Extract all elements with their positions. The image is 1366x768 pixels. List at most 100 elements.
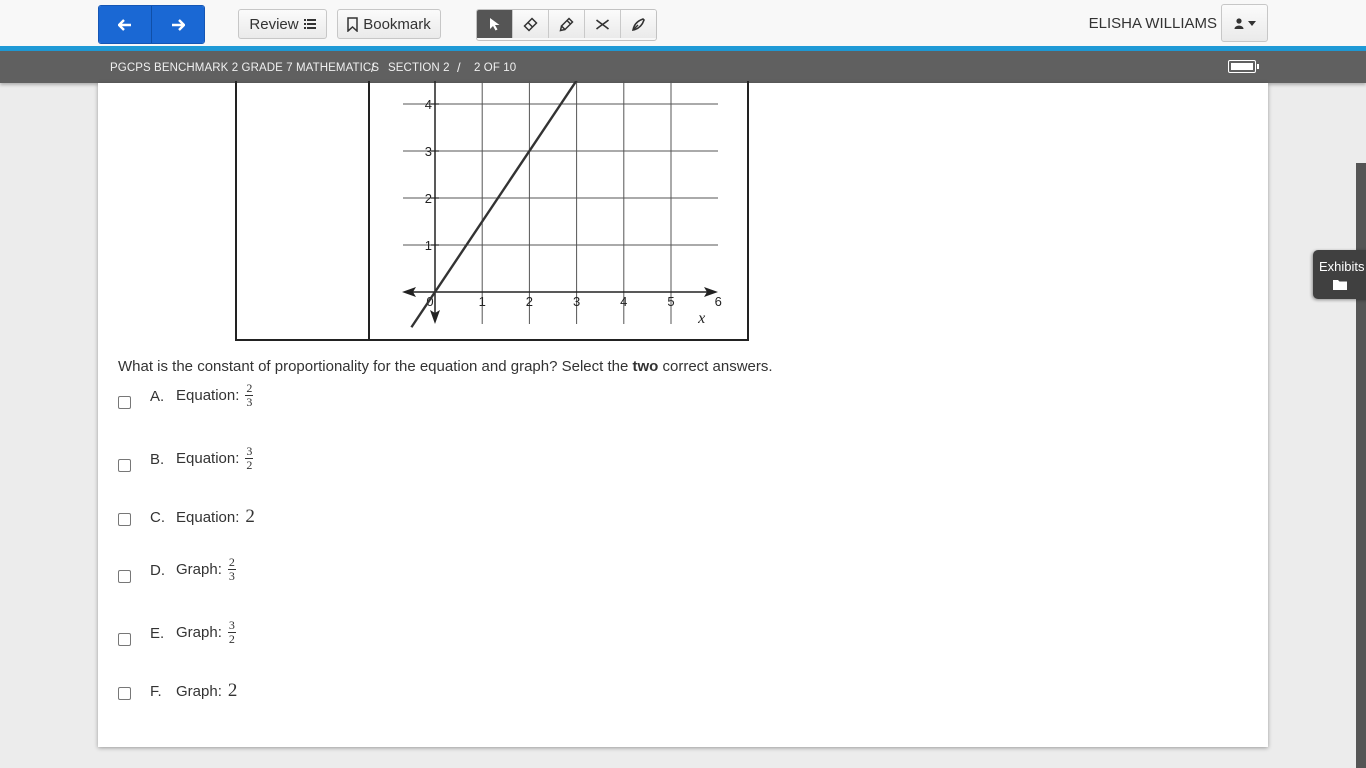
choice-letter: B.	[150, 451, 165, 468]
arrow-right-icon	[172, 18, 185, 31]
answer-choice[interactable]: F. Graph: 2	[118, 680, 518, 727]
highlighter-tool[interactable]	[548, 10, 584, 38]
answer-choice[interactable]: D. Graph: 2 3	[118, 556, 518, 605]
choice-text: Equation: 2 3	[176, 381, 254, 409]
fraction: 32	[245, 444, 254, 472]
proportional-line	[410, 81, 578, 328]
fraction-numerator: 3	[245, 444, 254, 459]
eraser-tool[interactable]	[512, 10, 548, 38]
y-tick-label: 3	[425, 144, 432, 159]
bookmark-label: Bookmark	[363, 15, 431, 33]
question-prefix: What is the constant of proportionality …	[118, 358, 633, 375]
choice-label: Equation:	[176, 508, 240, 526]
answer-checkbox[interactable]	[118, 570, 131, 583]
bookmark-icon	[347, 16, 358, 32]
fraction-numerator: 2	[227, 555, 236, 570]
choice-text: Graph: 2 3	[176, 556, 236, 583]
choice-label: Graph:	[176, 624, 222, 641]
choice-letter: A.	[150, 388, 165, 405]
x-tick-label: 1	[479, 294, 486, 309]
arrow-left-icon	[118, 18, 131, 31]
exhibits-label: Exhibits	[1319, 259, 1365, 274]
choice-label: Graph:	[176, 682, 222, 700]
choice-text: Equation: 3 2	[176, 444, 254, 472]
question-emphasis: two	[632, 358, 659, 375]
top-toolbar: Review Bookmark ELISHA WILLIAMS	[0, 0, 1366, 46]
pen-tool[interactable]	[620, 10, 656, 38]
answer-checkbox[interactable]	[118, 396, 131, 409]
choice-letter: D.	[150, 562, 165, 579]
breadcrumb-section: SECTION 2	[388, 62, 450, 74]
strikethrough-icon	[595, 18, 610, 30]
answer-checkbox[interactable]	[118, 459, 131, 472]
breadcrumb: PGCPS BENCHMARK 2 GRADE 7 MATHEMATICS / …	[0, 51, 1366, 83]
x-tick-label: 2	[526, 294, 533, 309]
eraser-icon	[523, 16, 538, 32]
previous-button[interactable]	[99, 6, 151, 43]
x-tick-label: 5	[667, 294, 674, 309]
list-icon	[303, 19, 316, 29]
fraction-denominator: 3	[228, 569, 235, 583]
answer-choice[interactable]: E. Graph: 3 2	[118, 619, 518, 668]
fraction-numerator: 2	[245, 381, 254, 396]
proportional-graph: 43210123456x	[402, 81, 722, 328]
question-card: 43210123456x What is the constant of pro…	[98, 81, 1268, 747]
y-tick-label: 1	[425, 238, 432, 253]
choice-text: Graph: 3 2	[176, 619, 236, 646]
answer-checkbox[interactable]	[118, 687, 131, 700]
answer-checkbox[interactable]	[118, 513, 131, 526]
navigation-buttons	[98, 5, 205, 44]
battery-icon	[1228, 60, 1259, 73]
choice-label: Equation:	[176, 387, 240, 404]
pointer-tool[interactable]	[477, 10, 512, 38]
user-icon	[1234, 17, 1243, 29]
equation-graph-figure: 43210123456x	[235, 81, 749, 341]
fraction: 23	[227, 555, 236, 583]
highlighter-icon	[559, 16, 574, 31]
user-name: ELISHA WILLIAMS	[1088, 15, 1217, 32]
choice-text: Graph: 2	[176, 680, 237, 702]
breadcrumb-position: 2 OF 10	[474, 62, 517, 74]
review-button[interactable]: Review	[238, 9, 327, 39]
strikethrough-tool[interactable]	[584, 10, 620, 38]
breadcrumb-separator: /	[457, 60, 461, 75]
choice-letter: E.	[150, 625, 165, 642]
choice-label: Graph:	[176, 561, 222, 578]
choice-letter: F.	[150, 683, 162, 700]
fraction-denominator: 2	[228, 632, 235, 646]
answer-choice[interactable]: A. Equation: 2 3	[118, 382, 518, 431]
x-tick-label: 4	[620, 294, 627, 309]
folder-icon	[1333, 280, 1347, 290]
fraction-denominator: 3	[246, 395, 253, 409]
question-suffix: correct answers.	[658, 358, 773, 375]
next-button[interactable]	[151, 6, 204, 43]
caret-down-icon	[1247, 20, 1256, 26]
pen-icon	[631, 17, 645, 31]
answer-choice[interactable]: B. Equation: 3 2	[118, 445, 518, 494]
fraction-numerator: 3	[227, 618, 236, 633]
fraction: 23	[245, 381, 254, 409]
bookmark-button[interactable]: Bookmark	[337, 9, 441, 39]
choice-text: Equation: 2	[176, 506, 255, 528]
x-tick-label: 3	[573, 294, 580, 309]
answer-checkbox[interactable]	[118, 633, 131, 646]
breadcrumb-separator: /	[371, 60, 375, 75]
fraction-denominator: 2	[246, 458, 253, 472]
choice-label: Equation:	[176, 450, 240, 467]
review-label: Review	[249, 15, 299, 33]
tool-palette	[476, 9, 657, 41]
user-menu-button[interactable]	[1221, 4, 1268, 42]
pointer-icon	[489, 18, 499, 31]
question-text: What is the constant of proportionality …	[118, 358, 773, 375]
fraction: 32	[227, 618, 236, 646]
choice-letter: C.	[150, 509, 165, 526]
y-tick-label: 4	[425, 97, 432, 112]
choice-value: 2	[245, 506, 255, 527]
exhibits-tab[interactable]: Exhibits	[1313, 250, 1366, 299]
y-tick-label: 2	[425, 191, 432, 206]
choice-value: 2	[227, 680, 238, 701]
answer-choice[interactable]: C. Equation: 2	[118, 506, 518, 553]
breadcrumb-test: PGCPS BENCHMARK 2 GRADE 7 MATHEMATICS	[110, 62, 380, 74]
x-axis-label: x	[697, 310, 705, 327]
x-tick-label: 6	[715, 294, 722, 309]
